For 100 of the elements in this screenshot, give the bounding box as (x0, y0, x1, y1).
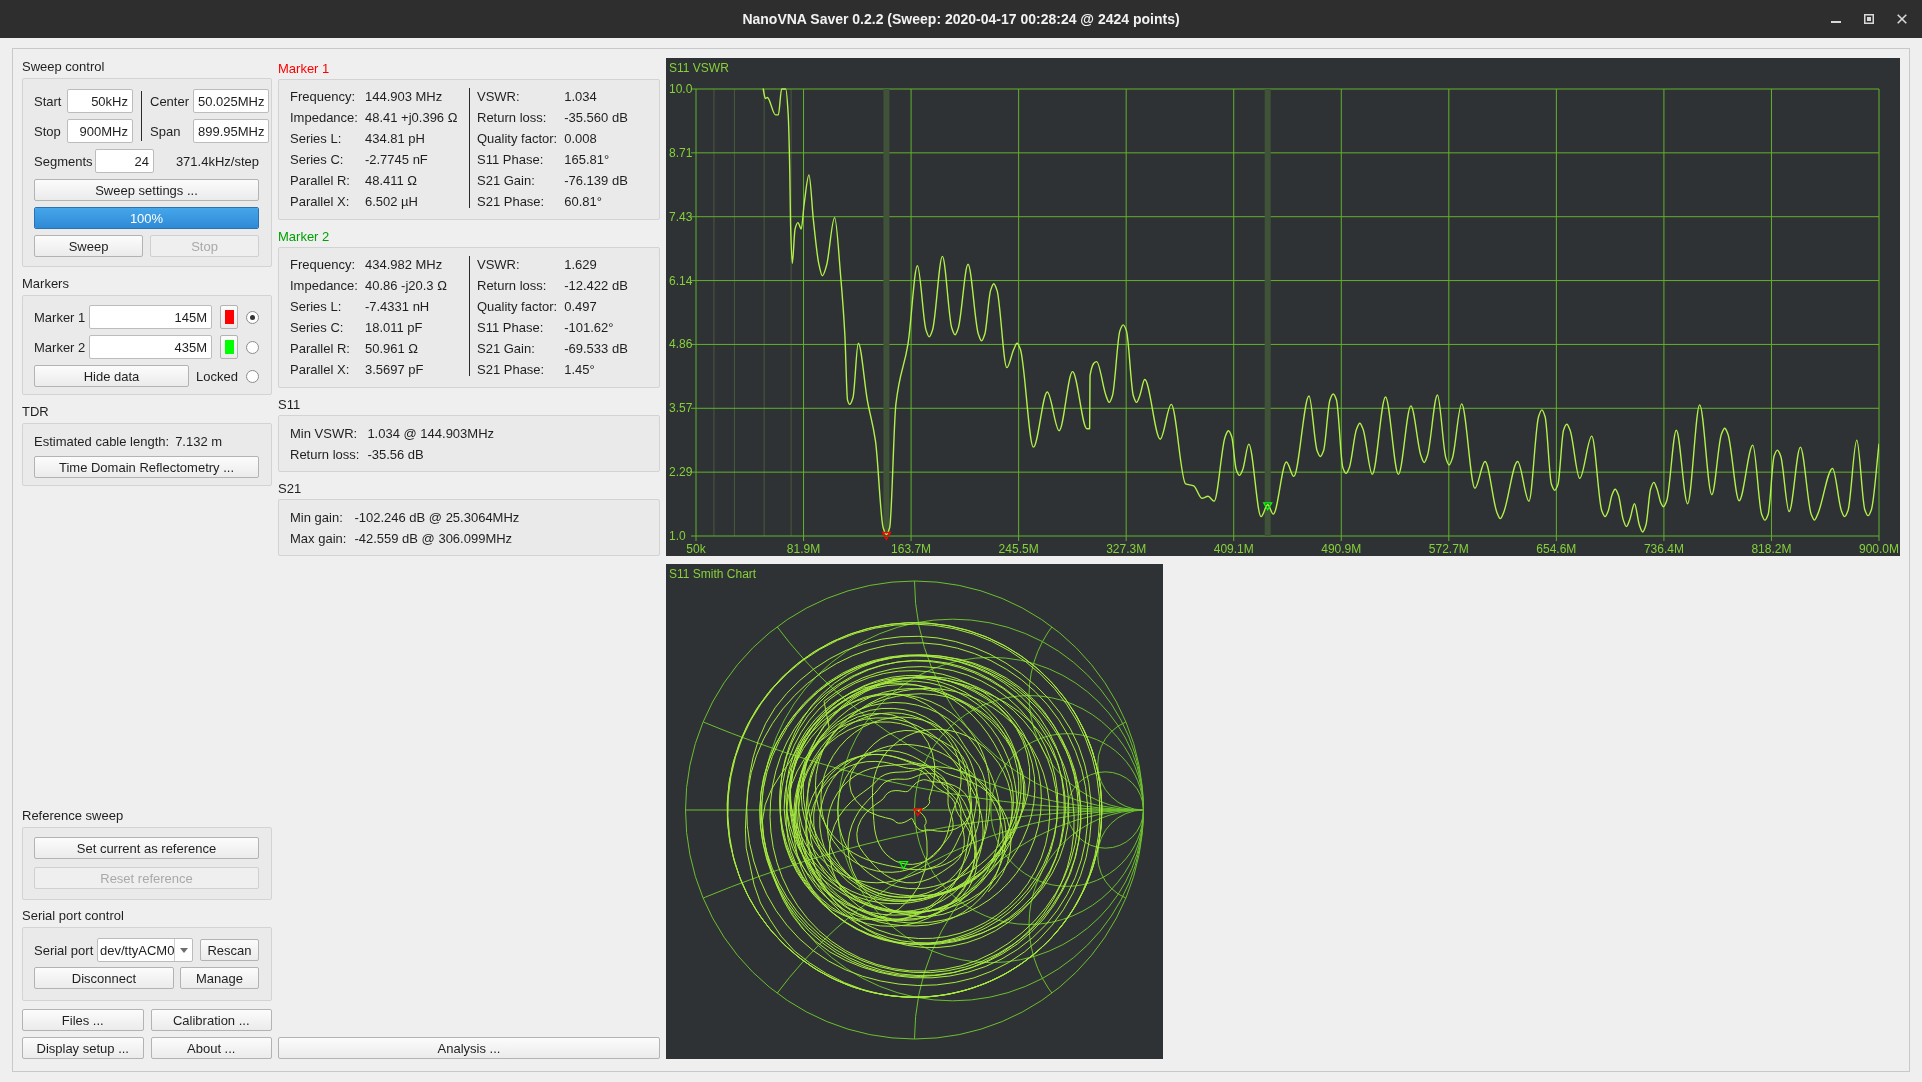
close-button[interactable] (1897, 14, 1907, 24)
marker-frequency-field[interactable]: 435M (89, 335, 212, 359)
serial-port-dropdown[interactable]: dev/ttyACM0 (97, 938, 193, 962)
set-reference-button[interactable]: Set current as reference (34, 837, 259, 859)
readout-value: -102.246 dB @ 25.3064MHz (354, 510, 521, 525)
readout-value: 1.034 (564, 89, 598, 104)
readout-value: 0.497 (564, 299, 598, 314)
readout-label: Series L: (290, 131, 343, 146)
readout-value: -76.139 dB (564, 173, 628, 188)
readout-label: Quality factor: (477, 299, 558, 314)
readout-value: 1.629 (564, 257, 598, 272)
locked-radio-button[interactable] (246, 369, 259, 383)
manage-button[interactable]: Manage (180, 967, 259, 989)
x-axis-label: 654.6M (1536, 542, 1577, 556)
dropdown-caret-icon (179, 947, 188, 953)
maximize-icon (1864, 14, 1874, 24)
files-button[interactable]: Files ... (22, 1009, 144, 1031)
group-title: S11 (278, 396, 302, 414)
x-axis-label: 736.4M (1643, 542, 1684, 556)
readout-value: 50.961 Ω (364, 341, 420, 356)
readout-label: Frequency: (290, 257, 357, 272)
radio-button[interactable] (246, 310, 259, 324)
readout-label: Max gain: (290, 531, 347, 546)
x-axis-label: 818.2M (1751, 542, 1792, 556)
tdr-button[interactable]: Time Domain Reflectometry ... (34, 456, 259, 478)
display-setup-button[interactable]: Display setup ... (22, 1037, 144, 1059)
group-title: Serial port control (22, 907, 125, 925)
readout-label: VSWR: (477, 257, 521, 272)
y-axis-label: 2.29 (669, 465, 693, 480)
readout-value: 1.034 @ 144.903MHz (367, 426, 496, 441)
calibration-button[interactable]: Calibration ... (150, 1009, 272, 1031)
hide-data-button[interactable]: Hide data (34, 365, 189, 387)
readout-label: Series C: (290, 152, 345, 167)
readout-value: 48.41 +j0.396 Ω (364, 110, 459, 125)
x-axis-label: 900.0M (1859, 542, 1899, 556)
segments-field[interactable]: 24 (95, 149, 154, 173)
readout-value: -35.560 dB (564, 110, 628, 125)
x-axis-label: 163.7M (891, 542, 932, 556)
field-label: Start (34, 93, 63, 109)
frequency-field[interactable]: 50kHz (67, 89, 133, 113)
x-axis-label: 50k (686, 542, 706, 556)
readout-label: S21 Phase: (477, 194, 546, 209)
close-icon (1897, 14, 1907, 24)
y-axis-label: 7.43 (669, 209, 693, 224)
readout-value: -101.62° (564, 320, 615, 335)
maximize-button[interactable] (1864, 14, 1874, 24)
marker-heading: Marker 1 (278, 60, 331, 78)
readout-value: 434.982 MHz (364, 257, 444, 272)
readout-value: 144.903 MHz (364, 89, 444, 104)
x-axis-label: 327.3M (1106, 542, 1147, 556)
rescan-button[interactable]: Rescan (200, 939, 259, 961)
about-button[interactable]: About ... (150, 1037, 272, 1059)
disconnect-button[interactable]: Disconnect (34, 967, 174, 989)
y-axis-label: 8.71 (669, 145, 693, 160)
readout-label: Return loss: (477, 278, 548, 293)
color-picker-button[interactable] (220, 305, 238, 329)
chart-title: S11 Smith Chart (669, 567, 757, 581)
field-label: Span (150, 123, 182, 139)
readout-label: Parallel R: (290, 173, 351, 188)
readout-label: Parallel X: (290, 362, 351, 377)
x-axis-label: 245.5M (998, 542, 1039, 556)
x-axis-label: 490.9M (1321, 542, 1362, 556)
readout-value: 1.45° (564, 362, 596, 377)
group-title: S21 (278, 480, 303, 498)
marker-label: Marker 1 (34, 309, 87, 325)
readout-label: Parallel X: (290, 194, 351, 209)
group-title: Sweep control (22, 58, 106, 76)
x-axis-label: 81.9M (786, 542, 821, 556)
sweep-button[interactable]: Sweep (34, 235, 143, 257)
readout-value: -7.4331 nH (364, 299, 431, 314)
marker-label: Marker 2 (34, 339, 87, 355)
frequency-field[interactable]: 899.95MHz (193, 119, 270, 143)
x-axis-label: 572.7M (1428, 542, 1469, 556)
y-axis-label: 3.57 (669, 401, 693, 416)
readout-label: Quality factor: (477, 131, 558, 146)
analysis-button[interactable]: Analysis ... (278, 1037, 660, 1059)
field-label: Stop (34, 123, 62, 139)
readout-label: S21 Gain: (477, 341, 536, 356)
color-picker-button[interactable] (220, 335, 238, 359)
readout-value: -2.7745 nF (364, 152, 429, 167)
marker-frequency-field[interactable]: 145M (89, 305, 212, 329)
readout-value: 6.502 µH (364, 194, 419, 209)
window-title: NanoVNA Saver 0.2.2 (Sweep: 2020-04-17 00:28:24 @ 2424 points) (742, 11, 1180, 27)
frequency-field[interactable]: 50.025MHz (193, 89, 270, 113)
readout-label: Return loss: (290, 447, 360, 462)
radio-button[interactable] (246, 340, 259, 354)
readout-label: Min gain: (290, 510, 344, 525)
readout-value: 48.411 Ω (364, 173, 419, 188)
marker-heading: Marker 2 (278, 228, 331, 246)
readout-label: Return loss: (477, 110, 548, 125)
readout-label: Min VSWR: (290, 426, 359, 441)
locked-label: Locked (196, 368, 238, 384)
readout-label: Parallel R: (290, 341, 351, 356)
frequency-field[interactable]: 900MHz (67, 119, 133, 143)
readout-value: 18.011 pF (364, 320, 424, 335)
readout-label: Frequency: (290, 89, 357, 104)
y-axis-label: 6.14 (669, 273, 693, 288)
field-label: Segments (34, 153, 94, 169)
sweep-settings-button[interactable]: Sweep settings ... (34, 179, 259, 201)
readout-label: Series L: (290, 299, 343, 314)
